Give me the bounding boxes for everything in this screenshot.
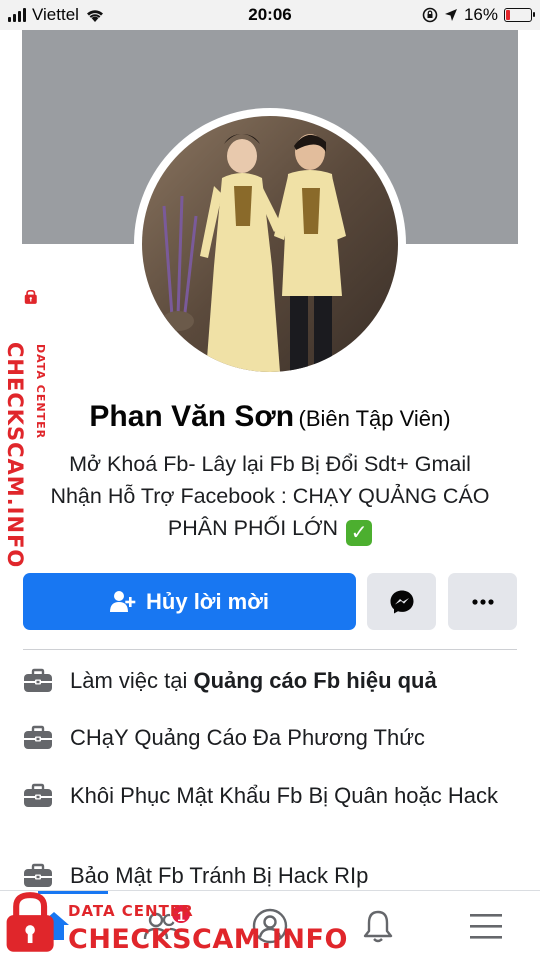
workplace-name[interactable]: Quảng cáo Fb hiệu quả <box>194 668 437 693</box>
check-mark-icon: ✓ <box>346 520 373 546</box>
cancel-request-label: Hủy lời mời <box>146 588 269 614</box>
divider <box>23 649 517 650</box>
watermark-lock-icon <box>6 892 54 952</box>
messenger-button[interactable] <box>367 573 436 630</box>
bio-line: PHÂN PHỐI LỚN <box>167 516 339 540</box>
battery-level <box>506 10 510 20</box>
briefcase-icon <box>24 863 52 887</box>
watermark-brand: CHECKSCAM.INFO <box>68 924 348 955</box>
profile-name-line: Phan Văn Sơn (Biên Tập Viên) <box>0 400 540 434</box>
profile-role: (Biên Tập Viên) <box>298 406 451 431</box>
about-item-text: Bảo Mật Fb Tránh Bị Hack RIp <box>70 863 369 888</box>
cancel-request-button[interactable]: Hủy lời mời <box>23 573 356 630</box>
briefcase-icon <box>24 725 52 749</box>
watermark-tag: DATA CENTER <box>34 344 47 440</box>
bio-line: Nhận Hỗ Trợ Facebook : CHẠY QUẢNG CÁO <box>50 484 490 508</box>
status-right: 16% <box>422 5 535 25</box>
briefcase-icon <box>24 783 52 807</box>
bio-line-last: PHÂN PHỐI LỚN ✓ <box>20 512 520 546</box>
watermark-brand: CHECKSCAM.INFO <box>3 342 27 569</box>
briefcase-icon <box>24 668 52 692</box>
bio-line: Mở Khoá Fb- Lây lại Fb Bị Đổi Sdt+ Gmail <box>69 452 471 476</box>
battery-percent: 16% <box>463 5 498 24</box>
profile-bio: Mở Khoá Fb- Lây lại Fb Bị Đổi Sdt+ Gmail… <box>20 448 520 546</box>
profile-avatar[interactable] <box>142 116 398 372</box>
profile-name: Phan Văn Sơn <box>89 400 295 433</box>
watermark-lock-icon <box>24 290 37 304</box>
about-item-text: CHạY Quảng Cáo Đa Phương Thức <box>70 725 425 750</box>
battery-icon <box>504 8 535 22</box>
hamburger-menu-icon <box>470 914 502 939</box>
status-bar: Viettel 20:06 16% <box>0 0 540 30</box>
more-options-button[interactable] <box>448 573 517 630</box>
about-item-text: Làm việc tại Quảng cáo Fb hiệu quả <box>70 666 510 696</box>
watermark-tag: DATA CENTER <box>68 902 194 920</box>
more-dots-icon <box>471 598 494 605</box>
bell-icon <box>363 910 393 943</box>
person-add-icon <box>110 590 136 612</box>
work-prefix: Làm việc tại <box>70 668 194 693</box>
location-icon <box>444 9 457 21</box>
nav-menu[interactable] <box>432 891 540 960</box>
about-item-text: Khôi Phục Mật Khẩu Fb Bị Quân hoặc Hack <box>70 783 499 808</box>
screen-lock-icon <box>422 7 438 23</box>
messenger-icon <box>390 590 413 613</box>
